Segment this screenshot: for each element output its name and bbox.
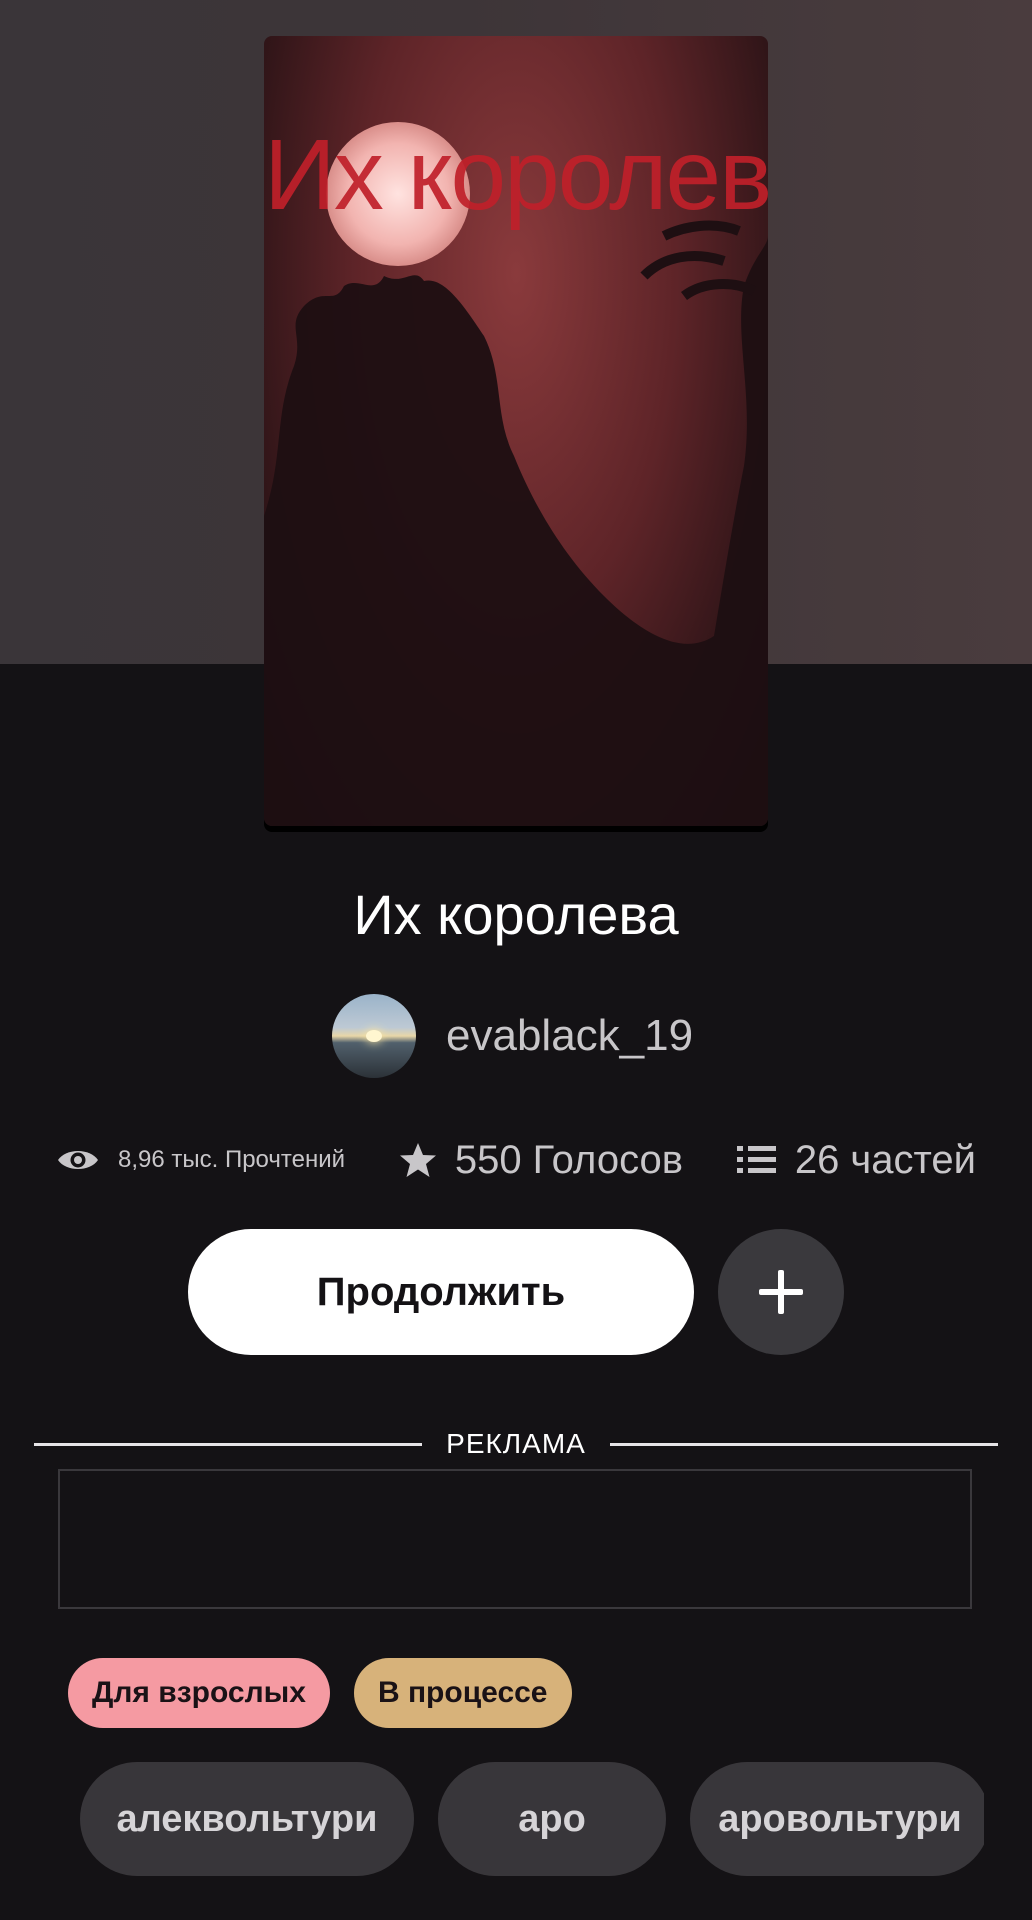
votes-count: 550 Голосов xyxy=(454,1137,684,1182)
star-icon xyxy=(399,1143,436,1177)
story-stats: 8,96 тыс. Прочтений 550 Голосов 26 часте… xyxy=(56,1130,976,1190)
story-title: Их королева xyxy=(353,883,679,946)
cover-title: Их королева xyxy=(264,119,768,231)
author-link[interactable]: evablack_19 xyxy=(332,994,693,1078)
ad-label: РЕКЛАМА xyxy=(446,1428,586,1459)
plus-icon xyxy=(759,1270,803,1314)
add-to-library-button[interactable] xyxy=(718,1229,844,1355)
tag-list: алеквольтури аро аровольтури xyxy=(80,1762,984,1878)
votes-stat: 550 Голосов xyxy=(399,1138,683,1183)
badge-row: Для взрослых В процессе xyxy=(68,1658,596,1728)
parts-count: 26 частей xyxy=(794,1137,976,1182)
reads-count: 8,96 тыс. Прочтений xyxy=(118,1146,346,1173)
author-name[interactable]: evablack_19 xyxy=(446,1011,693,1061)
continue-button[interactable]: Продолжить xyxy=(188,1229,694,1355)
book-cover[interactable]: Их королева xyxy=(264,36,768,826)
eye-icon xyxy=(58,1151,98,1169)
mature-badge: Для взрослых xyxy=(68,1658,330,1728)
list-icon xyxy=(736,1146,776,1173)
tag-chip[interactable]: аровольтури xyxy=(690,1762,984,1876)
reads-stat: 8,96 тыс. Прочтений xyxy=(56,1145,345,1175)
divider-line xyxy=(34,1442,423,1446)
claw-shape xyxy=(640,220,757,301)
divider-line xyxy=(609,1442,998,1446)
ad-divider: РЕКЛАМА xyxy=(34,1424,998,1464)
ad-slot[interactable] xyxy=(58,1469,972,1609)
action-row: Продолжить xyxy=(188,1228,844,1356)
tag-chip[interactable]: аро xyxy=(438,1762,666,1876)
parts-stat: 26 частей xyxy=(736,1137,976,1183)
silhouette-shape xyxy=(264,236,768,826)
tag-chip[interactable]: алеквольтури xyxy=(80,1762,414,1876)
avatar[interactable] xyxy=(332,994,416,1078)
status-badge: В процессе xyxy=(353,1658,572,1728)
